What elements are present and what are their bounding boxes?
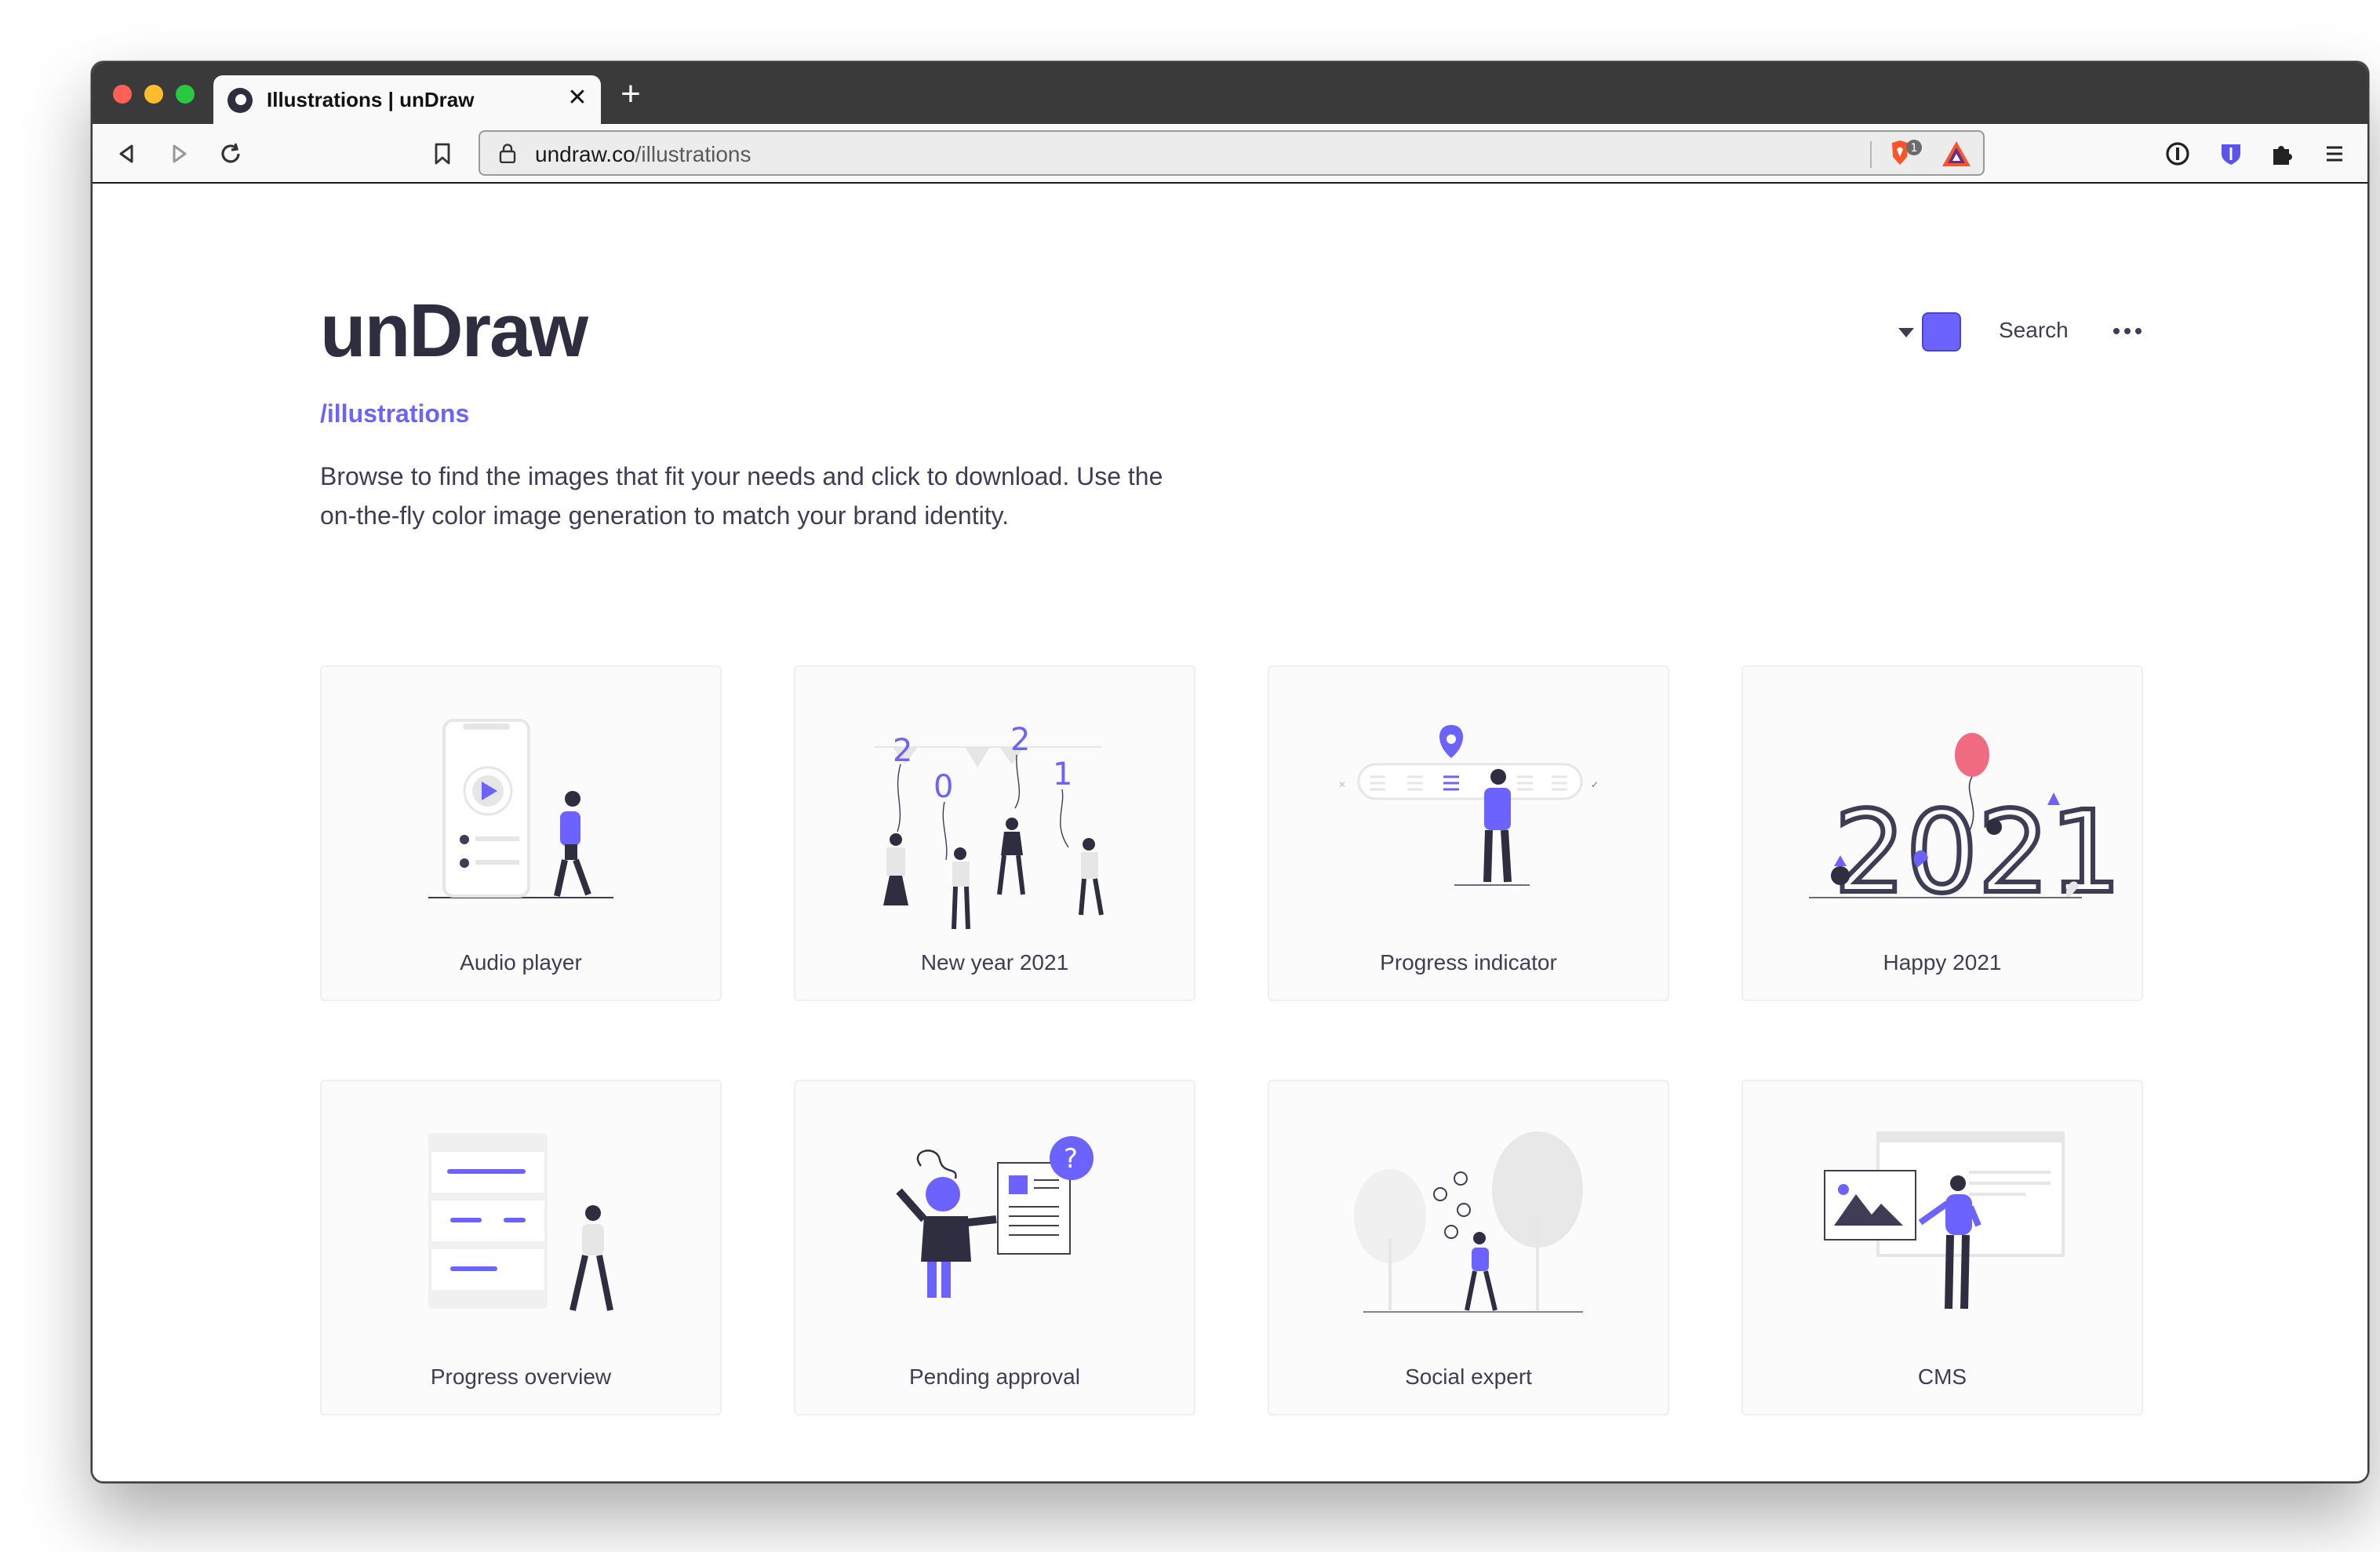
tab-title: Illustrations | unDraw [267,88,475,111]
zoom-window-button[interactable] [176,85,195,104]
undraw-favicon-icon [227,87,253,112]
progress-overview-illustration [428,1133,613,1311]
url-host: undraw.co [535,141,635,166]
close-tab-icon[interactable]: ✕ [563,85,591,113]
svg-text:0: 0 [933,769,953,805]
illustration-card-progress-overview[interactable]: Progress overview [320,1080,722,1415]
new-tab-button[interactable]: + [615,76,646,111]
password-manager-icon[interactable] [2162,138,2193,169]
svg-text:1: 1 [1053,756,1072,792]
back-icon[interactable] [111,138,143,169]
bitwarden-shield-icon[interactable] [2215,138,2247,169]
tab-active[interactable]: Illustrations | unDraw ✕ [213,75,601,124]
page-content: unDraw /illustrations Browse to find the… [93,184,2367,1481]
nav-toolbar: undraw.co/illustrations 1 [93,124,2367,184]
illustration-card-new-year-2021[interactable]: 2 0 2 1 New year 2021 [794,665,1195,1001]
close-window-button[interactable] [113,85,132,104]
illustration-card-progress-indicator[interactable]: ✕ ✓ Progress indicator [1268,665,1669,1001]
progress-indicator-illustration: ✕ ✓ [1338,725,1599,886]
reload-icon[interactable] [215,138,246,169]
svg-text:2: 2 [893,733,912,769]
pending-approval-illustration: ? [896,1136,1094,1298]
tab-bar: Illustrations | unDraw ✕ + [93,63,2367,124]
audio-player-illustration [428,719,613,898]
color-dropdown-caret-icon[interactable] [1898,328,1914,337]
url-path: /illustrations [635,141,751,166]
minimize-window-button[interactable] [144,85,163,104]
illustration-card-social-expert[interactable]: Social expert [1268,1080,1669,1415]
shield-badge: 1 [1911,142,1918,155]
illustration-card-audio-player[interactable]: Audio player [320,665,722,1001]
page-description: Browse to find the images that fit your … [320,465,1163,530]
illustration-title: Progress indicator [1380,949,1557,975]
menu-icon[interactable] [2319,138,2350,169]
page-subpath: /illustrations [320,402,470,428]
illustration-title: Progress overview [430,1364,612,1389]
browser-window: Illustrations | unDraw ✕ + undraw.co/ill… [91,61,2369,1483]
brave-shield-icon[interactable]: 1 [1887,138,1928,177]
svg-text:✕: ✕ [1338,779,1346,790]
svg-text:?: ? [1064,1143,1078,1175]
bookmark-icon[interactable] [427,138,458,169]
svg-text:2: 2 [1010,722,1030,758]
illustration-card-cms[interactable]: CMS [1741,1080,2143,1415]
extensions-icon[interactable] [2267,138,2298,169]
cms-illustration [1824,1131,2065,1310]
social-expert-illustration [1354,1131,1583,1313]
site-logo[interactable]: unDraw [320,289,588,375]
happy-2021-illustration: 2021 [1809,733,2123,920]
illustration-title: Pending approval [909,1364,1080,1389]
more-options-icon[interactable] [2113,328,2142,334]
illustration-title: Happy 2021 [1883,949,2002,975]
brave-rewards-icon[interactable] [1941,140,1972,176]
illustration-title: CMS [1917,1364,1967,1389]
illustration-card-happy-2021[interactable]: 2021 Happy 2021 [1741,665,2143,1001]
address-bar[interactable]: undraw.co/illustrations 1 [479,130,1985,176]
illustration-title: New year 2021 [920,949,1069,975]
illustration-title: Audio player [460,949,582,975]
lock-icon [499,143,516,171]
new-year-2021-illustration: 2 0 2 1 [874,722,1104,930]
svg-text:✓: ✓ [1591,779,1599,790]
color-picker-swatch[interactable] [1922,312,1961,352]
forward-icon[interactable] [163,138,195,169]
illustration-title: Social expert [1405,1364,1532,1389]
url-text: undraw.co/illustrations [535,141,751,166]
url-divider [1870,141,1872,168]
svg-text:2021: 2021 [1834,786,2121,918]
illustration-card-pending-approval[interactable]: ? Pending approval [794,1080,1195,1415]
search-button[interactable]: Search [1999,317,2069,342]
